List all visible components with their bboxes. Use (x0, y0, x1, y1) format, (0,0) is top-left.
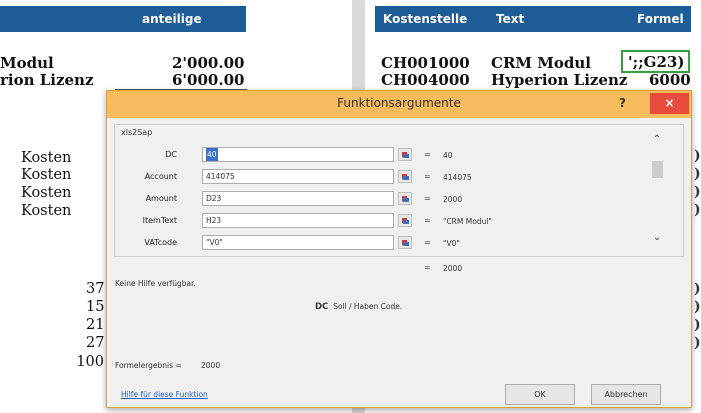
function-result-eq: = (424, 263, 431, 272)
ok-button[interactable]: OK (505, 384, 575, 405)
cell-value-row2[interactable]: 6'000.00 (172, 71, 244, 89)
arg-input-amount[interactable]: D23 (202, 191, 394, 206)
arg-eq-vatcode: = (424, 238, 431, 247)
formula-result-value: 2000 (201, 361, 221, 370)
arg-result-itemtext: "CRM Modul" (443, 217, 492, 226)
arg-label-amount: Amount (145, 194, 177, 203)
arg-result-vatcode: "V0" (443, 239, 460, 248)
cell-edge-2[interactable]: ) (694, 166, 701, 182)
help-for-function-link[interactable]: Hilfe für diese Funktion (121, 390, 208, 399)
header-kostenstelle: Kostenstelle (383, 12, 468, 26)
arg-result-dc: 40 (443, 151, 453, 160)
cell-number-3[interactable]: 21 (86, 317, 104, 333)
argument-description-name: DC (315, 302, 329, 312)
cell-number-2[interactable]: 15 (86, 299, 104, 315)
chevron-up-icon[interactable]: ⌃ (651, 134, 663, 145)
function-name: xls2Sap (121, 128, 153, 137)
collapse-dialog-button-amount[interactable] (398, 192, 412, 205)
cell-formula-row2[interactable]: 6000 (649, 71, 691, 89)
cell-number-1[interactable]: 37 (86, 281, 104, 297)
cancel-button[interactable]: Abbrechen (591, 384, 661, 405)
cell-edge-6[interactable]: ) (694, 299, 701, 315)
dialog-title: Funktionsargumente (337, 96, 461, 110)
arg-label-dc: DC (165, 150, 177, 159)
cell-code-row2[interactable]: CH004000 (381, 71, 470, 89)
header-anteilige-kosten-label: anteilige Kosten (142, 12, 202, 52)
cell-kosten-2[interactable]: Kosten (21, 167, 71, 183)
cell-label-row2[interactable]: rion Lizenz (0, 71, 93, 89)
arg-eq-dc: = (424, 150, 431, 159)
help-button[interactable]: ? (619, 96, 626, 110)
arg-input-dc[interactable]: 40 (202, 147, 394, 162)
arg-input-vatcode[interactable]: "V0" (202, 235, 394, 250)
cell-edge-3[interactable]: ) (694, 184, 701, 200)
arg-label-itemtext: ItemText (142, 216, 177, 225)
scrollbar-thumb[interactable] (652, 161, 663, 178)
active-cell-formula[interactable]: ';;G23) (621, 50, 690, 73)
cell-edge-7[interactable]: ) (694, 317, 701, 333)
cell-text-row1[interactable]: CRM Modul (491, 54, 591, 72)
cell-label-row1[interactable]: Modul (0, 54, 54, 72)
collapse-dialog-button-account[interactable] (398, 170, 412, 183)
cell-code-row1[interactable]: CH001000 (381, 54, 470, 72)
cell-edge-4[interactable]: ) (694, 202, 701, 218)
cell-kosten-4[interactable]: Kosten (21, 203, 71, 219)
chevron-down-icon[interactable]: ⌄ (651, 232, 663, 243)
cell-formula-row1: ';;G23) (628, 53, 685, 71)
arg-label-account: Account (144, 172, 177, 181)
no-help-text: Keine Hilfe verfügbar. (115, 279, 196, 288)
cell-edge-5[interactable]: ) (694, 281, 701, 297)
cell-value-row1[interactable]: 2'000.00 (172, 54, 244, 72)
arguments-scrollbar[interactable]: ⌃ ⌄ (649, 134, 665, 251)
arg-value-dc: 40 (206, 148, 218, 161)
cell-kosten-3[interactable]: Kosten (21, 185, 71, 201)
argument-description-text: Soll / Haben Code. (333, 302, 403, 311)
dialog-titlebar[interactable]: Funktionsargumente ? × (107, 91, 691, 118)
column-header-right: Kostenstelle Text Formel (375, 6, 691, 32)
function-arguments-dialog: Funktionsargumente ? × xls2Sap DC 40 = 4… (106, 90, 692, 408)
collapse-dialog-button-vatcode[interactable] (398, 236, 412, 249)
cell-number-5[interactable]: 100 (72, 354, 104, 370)
arg-label-vatcode: VATcode (144, 238, 177, 247)
header-formel: Formel (637, 12, 684, 26)
arg-input-account[interactable]: 414075 (202, 169, 394, 184)
collapse-dialog-button-dc[interactable] (398, 148, 412, 161)
arg-result-account: 414075 (443, 173, 472, 182)
collapse-dialog-button-itemtext[interactable] (398, 214, 412, 227)
arg-eq-amount: = (424, 194, 431, 203)
header-text: Text (496, 12, 525, 26)
cell-number-4[interactable]: 27 (86, 335, 104, 351)
arg-result-amount: 2000 (443, 195, 463, 204)
cell-edge-1[interactable]: ) (694, 148, 701, 164)
cell-kosten-1[interactable]: Kosten (21, 150, 71, 166)
cell-text-row2[interactable]: Hyperion Lizenz (491, 71, 627, 89)
column-header-anteilige-kosten: anteilige Kosten (0, 6, 246, 52)
function-result-value: 2000 (443, 264, 463, 273)
formula-result-label: Formelergebnis = (115, 361, 182, 370)
arg-eq-itemtext: = (424, 216, 431, 225)
argument-description: DC Soll / Haben Code. (315, 302, 402, 312)
close-button[interactable]: × (650, 93, 689, 114)
arg-eq-account: = (424, 172, 431, 181)
arg-input-itemtext[interactable]: H23 (202, 213, 394, 228)
cell-edge-8[interactable]: ) (694, 335, 701, 351)
